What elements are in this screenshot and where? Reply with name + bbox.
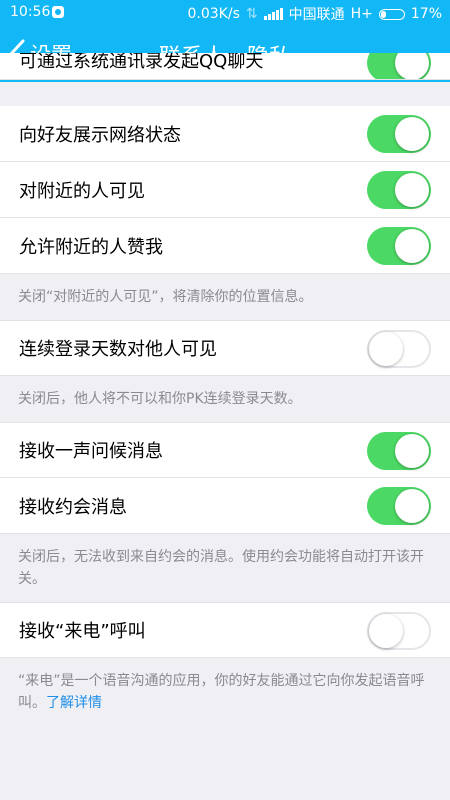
setting-label: 接收“来电”呼叫 bbox=[19, 621, 146, 642]
setting-row-nearby-like: 允许附近的人赞我 bbox=[0, 218, 450, 274]
battery-icon bbox=[378, 8, 405, 20]
note-dating: 关闭后，无法收到来自约会的消息。使用约会功能将自动打开该开关。 bbox=[18, 549, 424, 587]
toggle-dating[interactable] bbox=[367, 487, 431, 525]
setting-label: 对附近的人可见 bbox=[19, 180, 145, 202]
status-bar: 10:56 0.03K/s ⇅ 中国联通 H+ 17% bbox=[0, 0, 450, 26]
network-type: H+ bbox=[350, 6, 373, 22]
toggle-knob bbox=[395, 229, 429, 263]
toggle-partial[interactable] bbox=[367, 53, 431, 79]
wifi-off-icon: ⇅ bbox=[245, 6, 258, 22]
setting-row-partial: 可通过系统通讯录发起QQ聊天 bbox=[0, 53, 450, 80]
toggle-knob bbox=[395, 53, 429, 79]
toggle-knob bbox=[369, 332, 403, 366]
setting-row-nearby-visible: 对附近的人可见 bbox=[0, 162, 450, 218]
setting-row-greeting: 接收一声问候消息 bbox=[0, 422, 450, 478]
carrier-name: 中国联通 bbox=[288, 7, 345, 23]
network-speed: 0.03K/s bbox=[187, 6, 240, 22]
toggle-nearby-visible[interactable] bbox=[367, 171, 431, 209]
note-call: “来电”是一个语音沟通的应用，你的好友能通过它向你发起语音呼叫。了解详情 bbox=[0, 658, 450, 726]
note-nearby: 关闭“对附近的人可见”，将清除你的位置信息。 bbox=[18, 289, 313, 305]
settings-list: 可通过系统通讯录发起QQ聊天 向好友展示网络状态 对附近的人可见 允许附近的人赞… bbox=[0, 53, 450, 726]
signal-icon bbox=[263, 8, 283, 20]
setting-row-dating: 接收约会消息 bbox=[0, 478, 450, 534]
toggle-knob bbox=[395, 489, 429, 523]
setting-row-login-days: 连续登录天数对他人可见 bbox=[0, 320, 450, 376]
toggle-knob bbox=[395, 173, 429, 207]
toggle-nearby-like[interactable] bbox=[367, 227, 431, 265]
toggle-call[interactable] bbox=[367, 612, 431, 650]
setting-row-call: 接收“来电”呼叫 bbox=[0, 602, 450, 658]
status-right: 0.03K/s ⇅ 中国联通 H+ 17% bbox=[188, 4, 443, 24]
toggle-knob bbox=[369, 614, 403, 648]
setting-label: 接收约会消息 bbox=[19, 496, 127, 518]
setting-label: 连续登录天数对他人可见 bbox=[19, 339, 217, 360]
note-login-days: 关闭后，他人将不可以和你PK连续登录天数。 bbox=[18, 391, 302, 407]
toggle-greeting[interactable] bbox=[367, 432, 431, 470]
setting-label: 接收一声问候消息 bbox=[19, 441, 163, 462]
battery-percent: 17% bbox=[410, 6, 442, 22]
setting-label: 允许附近的人赞我 bbox=[19, 236, 163, 258]
setting-label: 可通过系统通讯录发起QQ聊天 bbox=[19, 53, 264, 72]
qq-notification-icon bbox=[52, 6, 64, 18]
toggle-knob bbox=[395, 434, 429, 468]
setting-label: 向好友展示网络状态 bbox=[19, 124, 181, 146]
status-time: 10:56 bbox=[10, 4, 51, 20]
learn-more-link[interactable]: 了解详情 bbox=[46, 695, 102, 711]
setting-row-network-status: 向好友展示网络状态 bbox=[0, 106, 450, 162]
toggle-knob bbox=[395, 117, 429, 151]
toggle-login-days[interactable] bbox=[367, 330, 431, 368]
toggle-network-status[interactable] bbox=[367, 115, 431, 153]
